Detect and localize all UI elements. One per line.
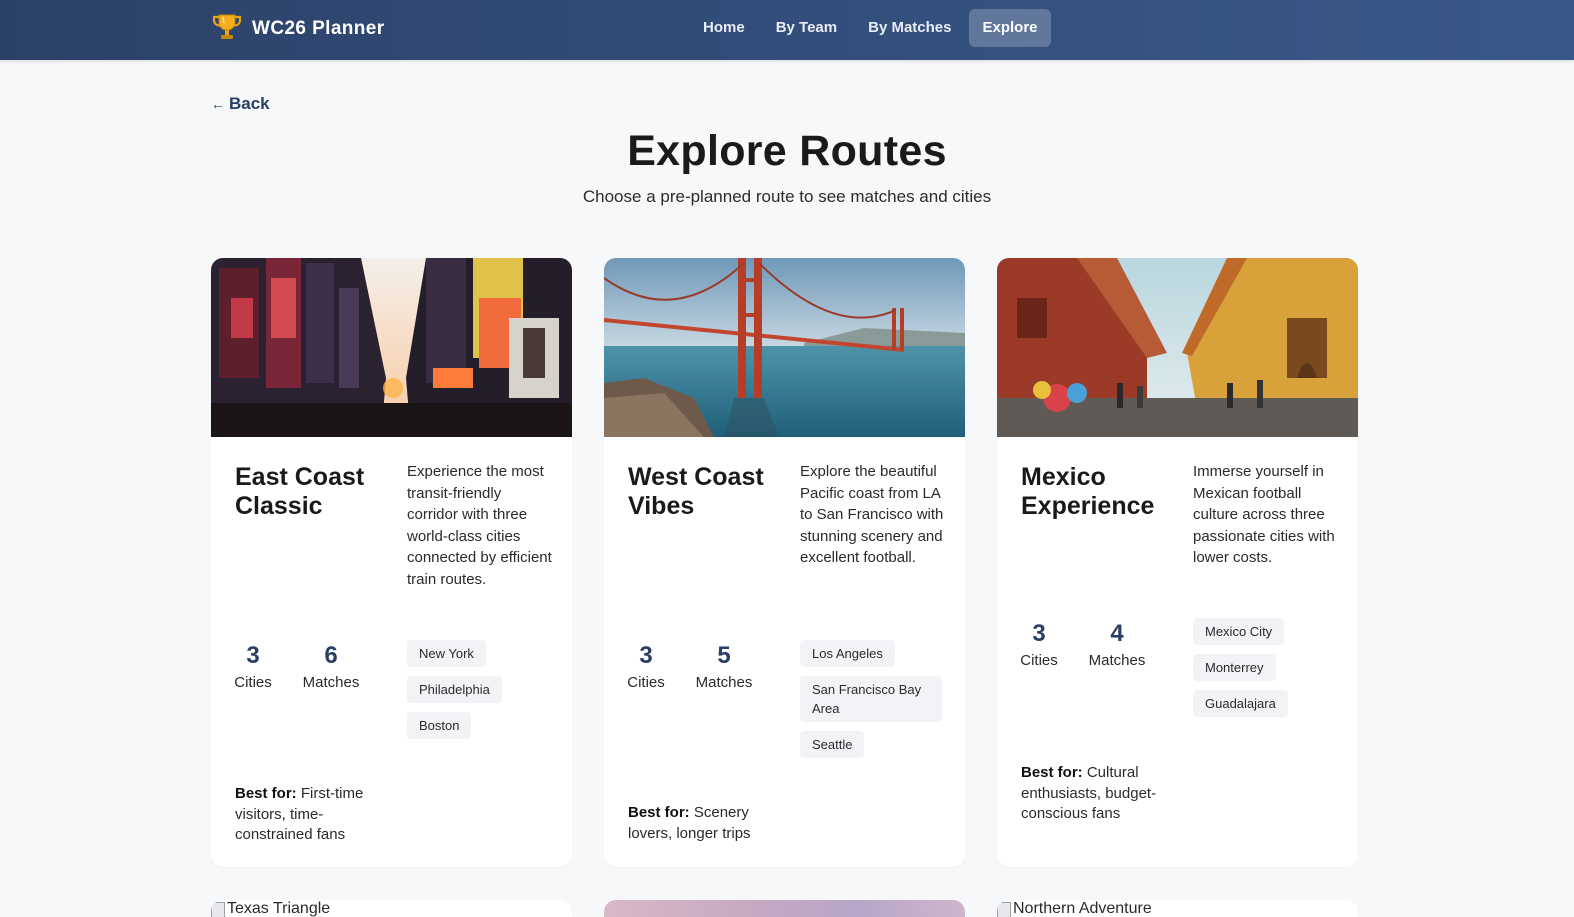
best-for: Best for: Scenery lovers, longer trips bbox=[628, 803, 778, 844]
cities-stat: 3 Cities bbox=[627, 641, 665, 694]
broken-image-icon bbox=[997, 902, 1011, 917]
route-card-mexico[interactable]: Mexico Experience Immerse yourself in Me… bbox=[997, 258, 1358, 867]
city-tag: San Francisco Bay Area bbox=[800, 676, 942, 722]
top-navbar: WC26 Planner Home By Team By Matches Exp… bbox=[0, 0, 1574, 60]
cities-stat: 3 Cities bbox=[1020, 619, 1058, 672]
best-for-label: Best for: bbox=[1021, 764, 1083, 781]
city-tag: Philadelphia bbox=[407, 676, 502, 703]
city-tag: Seattle bbox=[800, 731, 865, 758]
route-title: East Coast Classic bbox=[235, 463, 365, 520]
city-tags: Los Angeles San Francisco Bay Area Seatt… bbox=[800, 640, 942, 758]
mexican-street-photo bbox=[997, 258, 1358, 437]
matches-stat: 6 Matches bbox=[302, 641, 360, 694]
route-description: Experience the most transit-friendly cor… bbox=[407, 463, 552, 588]
route-card-next[interactable] bbox=[604, 900, 965, 917]
route-image-broken: Texas Triangle bbox=[211, 900, 330, 917]
matches-label: Matches bbox=[1088, 652, 1146, 669]
matches-label: Matches bbox=[695, 674, 753, 691]
cities-count: 3 bbox=[639, 642, 653, 669]
route-card-texas[interactable]: Texas Triangle bbox=[211, 900, 572, 917]
main-nav: Home By Team By Matches Explore bbox=[690, 9, 1051, 47]
city-tags: Mexico City Monterrey Guadalajara bbox=[1193, 618, 1288, 717]
broken-image-icon bbox=[211, 902, 225, 917]
city-tags: New York Philadelphia Boston bbox=[407, 640, 502, 739]
back-label: Back bbox=[229, 94, 270, 113]
nav-explore[interactable]: Explore bbox=[969, 9, 1051, 47]
route-image-broken: Northern Adventure bbox=[997, 900, 1152, 917]
page-subtitle: Choose a pre-planned route to see matche… bbox=[582, 187, 992, 206]
image-alt-text: Northern Adventure bbox=[1013, 900, 1152, 917]
city-tag: Guadalajara bbox=[1193, 690, 1288, 717]
page-title: Explore Routes bbox=[627, 127, 947, 175]
best-for-label: Best for: bbox=[628, 804, 690, 821]
times-square-photo bbox=[211, 258, 572, 437]
nav-by-matches[interactable]: By Matches bbox=[855, 9, 964, 47]
matches-stat: 5 Matches bbox=[695, 641, 753, 694]
city-tag: Monterrey bbox=[1193, 654, 1276, 681]
nav-home[interactable]: Home bbox=[690, 9, 758, 47]
arrow-left-icon: ← bbox=[211, 96, 225, 112]
trophy-icon bbox=[211, 11, 243, 48]
cities-label: Cities bbox=[1020, 652, 1058, 669]
cities-stat: 3 Cities bbox=[234, 641, 272, 694]
brand[interactable]: WC26 Planner bbox=[211, 12, 385, 46]
route-title: Mexico Experience bbox=[1021, 463, 1155, 520]
cities-label: Cities bbox=[627, 674, 665, 691]
best-for: Best for: First-time visitors, time-cons… bbox=[235, 784, 385, 846]
nav-by-team[interactable]: By Team bbox=[763, 9, 850, 47]
cities-count: 3 bbox=[246, 642, 260, 669]
best-for: Best for: Cultural enthusiasts, budget-c… bbox=[1021, 763, 1171, 825]
cities-label: Cities bbox=[234, 674, 272, 691]
matches-count: 4 bbox=[1110, 620, 1124, 647]
route-description: Immerse yourself in Mexican football cul… bbox=[1193, 463, 1335, 567]
matches-count: 5 bbox=[717, 642, 731, 669]
matches-count: 6 bbox=[324, 642, 338, 669]
city-tag: Los Angeles bbox=[800, 640, 895, 667]
city-tag: Boston bbox=[407, 712, 472, 739]
best-for-label: Best for: bbox=[235, 785, 297, 802]
route-card-west-coast[interactable]: West Coast Vibes Explore the beautiful P… bbox=[604, 258, 965, 867]
brand-title: WC26 Planner bbox=[252, 18, 385, 39]
city-tag: New York bbox=[407, 640, 486, 667]
city-tag: Mexico City bbox=[1193, 618, 1285, 645]
route-description: Explore the beautiful Pacific coast from… bbox=[800, 463, 944, 567]
route-card-northern[interactable]: Northern Adventure bbox=[997, 900, 1358, 917]
route-title: West Coast Vibes bbox=[628, 463, 764, 520]
image-alt-text: Texas Triangle bbox=[227, 900, 331, 917]
sky-photo bbox=[604, 900, 965, 917]
back-link[interactable]: ← Back bbox=[211, 94, 270, 114]
route-card-east-coast[interactable]: East Coast Classic Experience the most t… bbox=[211, 258, 572, 867]
golden-gate-bridge-photo bbox=[604, 258, 965, 437]
matches-label: Matches bbox=[302, 674, 360, 691]
cities-count: 3 bbox=[1032, 620, 1046, 647]
matches-stat: 4 Matches bbox=[1088, 619, 1146, 672]
